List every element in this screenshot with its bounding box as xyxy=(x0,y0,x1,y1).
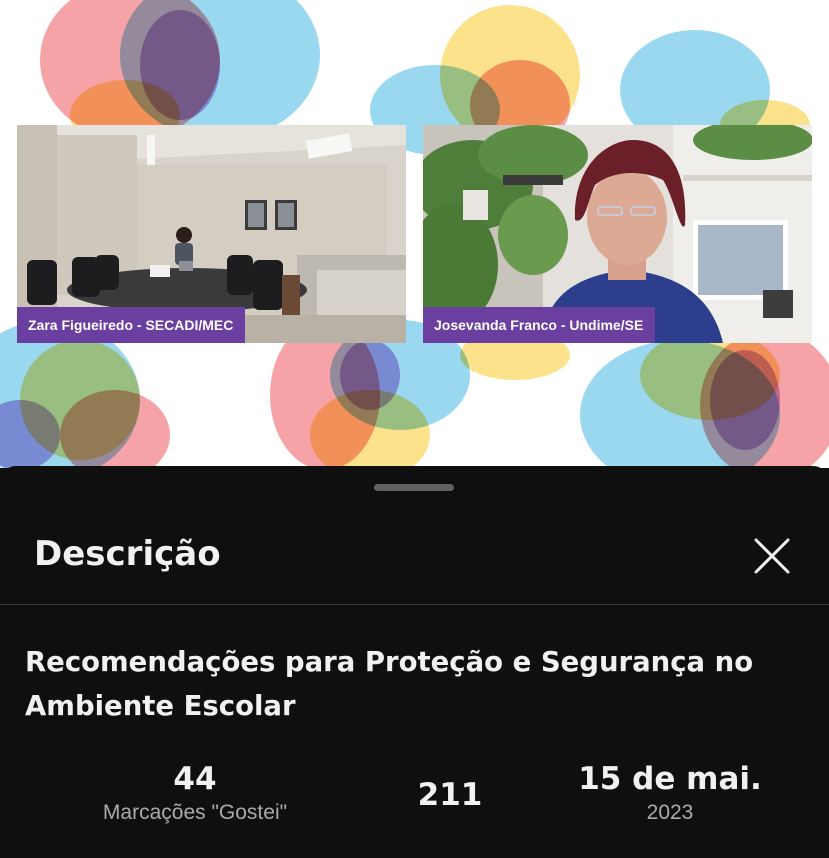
participant-video-1: Zara Figueiredo - SECADI/MEC xyxy=(17,125,406,343)
publish-date: 15 de mai. xyxy=(578,761,762,797)
date-stat: 15 de mai. 2023 xyxy=(560,760,780,826)
video-title: Recomendações para Proteção e Segurança … xyxy=(25,646,754,722)
likes-count: 44 xyxy=(173,761,217,797)
video-player[interactable]: Zara Figueiredo - SECADI/MEC Josevanda F… xyxy=(0,0,829,468)
drag-handle[interactable] xyxy=(374,484,454,491)
likes-label: Marcações "Gostei" xyxy=(102,801,288,824)
participant-video-2: Josevanda Franco - Undime/SE xyxy=(423,125,812,343)
participant-name-label: Zara Figueiredo - SECADI/MEC xyxy=(17,307,246,343)
publish-year: 2023 xyxy=(646,801,694,824)
views-stat: 211 xyxy=(380,776,520,814)
close-icon xyxy=(754,538,790,574)
close-button[interactable] xyxy=(748,532,796,580)
likes-stat: 44 Marcações "Gostei" xyxy=(55,760,335,826)
divider xyxy=(0,604,829,605)
panel-title: Descrição xyxy=(34,534,221,574)
views-count: 211 xyxy=(417,777,483,813)
description-panel: Descrição Recomendações para Proteção e … xyxy=(0,466,829,858)
participant-name-label: Josevanda Franco - Undime/SE xyxy=(423,307,656,343)
